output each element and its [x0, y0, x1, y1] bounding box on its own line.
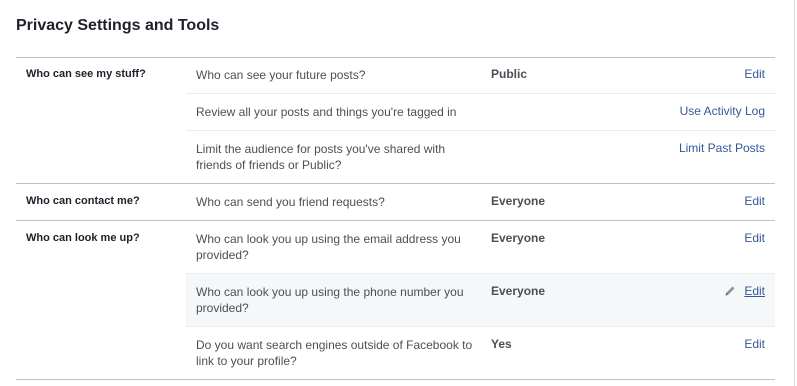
- setting-email-lookup-value: Everyone: [491, 231, 546, 245]
- setting-future-posts-value: Public: [491, 67, 528, 81]
- edit-search-engines-link[interactable]: Edit: [744, 337, 765, 351]
- setting-future-posts-text: Who can see your future posts?: [196, 68, 366, 82]
- section-label-see-my-stuff: Who can see my stuff?: [26, 68, 146, 80]
- section-divider: [16, 379, 775, 380]
- setting-phone-lookup-value: Everyone: [491, 284, 546, 298]
- section-label-look-me-up: Who can look me up?: [26, 232, 140, 244]
- setting-search-engines-text: Do you want search engines outside of Fa…: [196, 338, 473, 368]
- row-divider: [186, 326, 775, 327]
- section-divider: [16, 183, 775, 184]
- section-divider: [16, 57, 775, 58]
- edit-future-posts-link[interactable]: Edit: [744, 67, 765, 81]
- edit-phone-lookup-link[interactable]: Edit: [744, 284, 765, 298]
- page-title: Privacy Settings and Tools: [16, 17, 220, 34]
- setting-phone-lookup-text: Who can look you up using the phone numb…: [196, 285, 464, 315]
- edit-friend-requests-link[interactable]: Edit: [744, 194, 765, 208]
- section-label-contact-me: Who can contact me?: [26, 195, 140, 207]
- use-activity-log-link[interactable]: Use Activity Log: [680, 104, 765, 118]
- section-divider: [16, 220, 775, 221]
- setting-friend-requests-text: Who can send you friend requests?: [196, 195, 385, 209]
- setting-friend-requests-value: Everyone: [491, 194, 546, 208]
- edit-email-lookup-link[interactable]: Edit: [744, 231, 765, 245]
- row-divider: [186, 93, 775, 94]
- limit-past-posts-link[interactable]: Limit Past Posts: [679, 141, 765, 155]
- panel-right-border: [794, 0, 795, 386]
- pencil-icon[interactable]: [724, 285, 736, 297]
- setting-search-engines-value: Yes: [491, 337, 512, 351]
- setting-review-posts-text: Review all your posts and things you're …: [196, 105, 457, 119]
- row-divider: [186, 130, 775, 131]
- setting-email-lookup-text: Who can look you up using the email addr…: [196, 232, 461, 262]
- setting-limit-audience-text: Limit the audience for posts you've shar…: [196, 142, 446, 172]
